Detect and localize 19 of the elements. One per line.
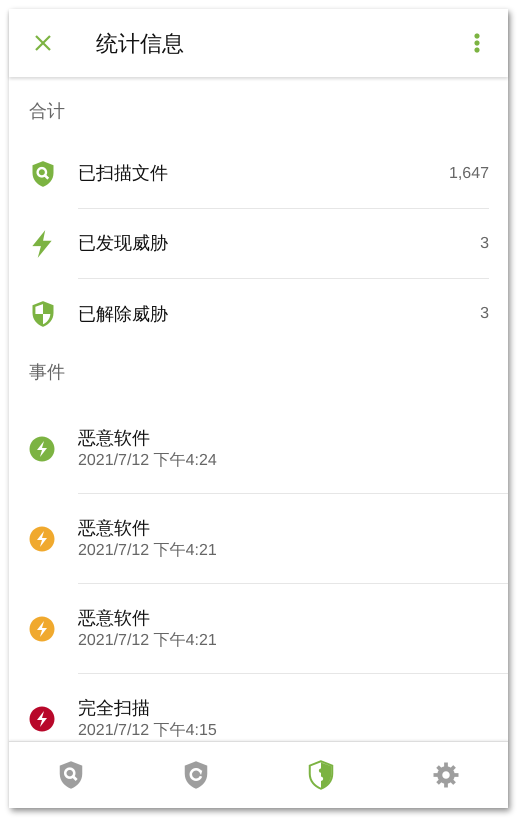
event-time: 2021/7/12 下午4:21 [78, 540, 218, 560]
stat-label: 已发现威胁 [78, 232, 168, 255]
event-time: 2021/7/12 下午4:24 [78, 450, 218, 470]
more-options-button[interactable] [472, 31, 482, 55]
screen-title: 统计信息 [96, 30, 184, 58]
stat-label: 已扫描文件 [78, 162, 168, 185]
stat-value: 3 [480, 234, 489, 254]
section-heading: 事件 [28, 361, 66, 384]
stat-value: 3 [480, 304, 489, 324]
event-title: 完全扫描 [78, 697, 151, 720]
event-time: 2021/7/12 下午4:21 [78, 630, 218, 650]
stat-label: 已解除威胁 [78, 302, 168, 326]
event-time: 2021/7/12 下午4:15 [78, 721, 218, 741]
event-title: 恶意软件 [78, 426, 151, 450]
settings-icon [430, 760, 461, 790]
stat-value: 1,647 [448, 164, 489, 184]
event-title: 恶意软件 [78, 516, 151, 540]
section-heading: 合计 [28, 100, 66, 123]
event-title: 恶意软件 [78, 606, 151, 630]
